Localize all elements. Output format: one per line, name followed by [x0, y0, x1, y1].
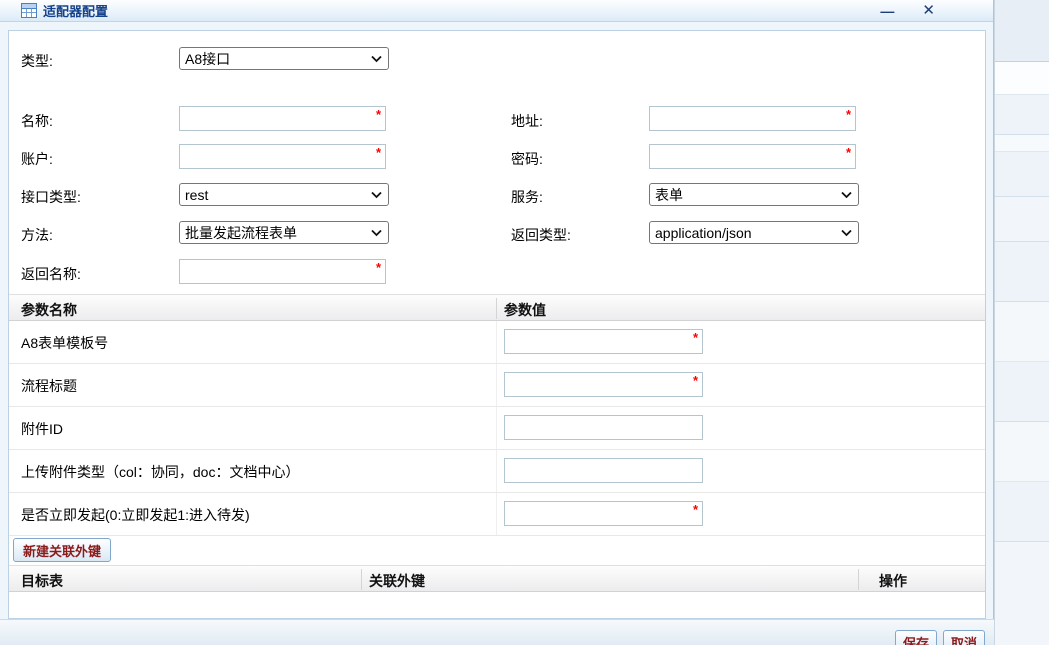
service-select-value: 表单 [655, 185, 683, 205]
account-input-field[interactable] [180, 145, 385, 168]
background-band [995, 482, 1049, 542]
return-type-label: 返回类型: [511, 225, 571, 245]
screen: 适配器配置 — ✕ 类型: A8接口 名称: * 地址: * [0, 0, 1049, 645]
window-controls: — ✕ [880, 0, 935, 22]
required-marker: * [693, 503, 698, 516]
name-input[interactable]: * [179, 106, 386, 131]
return-type-select-value: application/json [655, 225, 752, 241]
param-row: A8表单模板号 * [9, 321, 985, 364]
params-table-header: 参数名称 参数值 [9, 294, 985, 321]
background-band [995, 302, 1049, 362]
chevron-down-icon [841, 229, 852, 237]
background-band [995, 135, 1049, 152]
service-select[interactable]: 表单 [649, 183, 859, 206]
service-label: 服务: [511, 187, 543, 207]
return-name-input-field[interactable] [180, 260, 385, 283]
param-name: 流程标题 [21, 376, 77, 396]
param-name: 是否立即发起(0:立即发起1:进入待发) [21, 505, 250, 525]
required-marker: * [693, 331, 698, 344]
required-marker: * [693, 374, 698, 387]
background-band [995, 362, 1049, 422]
param-value-field[interactable] [505, 459, 702, 482]
background-band [995, 62, 1049, 95]
param-value-field[interactable] [505, 416, 702, 439]
background-band [995, 242, 1049, 302]
background-page [994, 0, 1049, 645]
address-label: 地址: [511, 111, 543, 131]
param-value-field[interactable] [505, 373, 702, 396]
dialog-titlebar: 适配器配置 — ✕ [0, 0, 993, 22]
required-marker: * [846, 146, 851, 159]
column-separator [858, 569, 859, 590]
fk-header-operation: 操作 [879, 571, 907, 591]
cancel-button[interactable]: 取消 [943, 630, 985, 645]
close-icon[interactable]: ✕ [922, 0, 935, 22]
param-value-input[interactable]: * [504, 501, 703, 526]
method-select[interactable]: 批量发起流程表单 [179, 221, 389, 244]
account-label: 账户: [21, 149, 53, 169]
param-name: 附件ID [21, 419, 63, 439]
new-foreign-key-button[interactable]: 新建关联外键 [13, 538, 111, 562]
fk-header-target-table: 目标表 [21, 571, 63, 591]
required-marker: * [376, 261, 381, 274]
param-name: 上传附件类型（col：协同，doc：文档中心） [21, 462, 299, 482]
method-select-value: 批量发起流程表单 [185, 223, 297, 243]
address-input[interactable]: * [649, 106, 856, 131]
type-select-value: A8接口 [185, 49, 230, 69]
param-row: 附件ID [9, 407, 985, 450]
chevron-down-icon [371, 191, 382, 199]
password-input[interactable]: * [649, 144, 856, 169]
dialog-footer: 保存 取消 [0, 619, 994, 645]
return-name-input[interactable]: * [179, 259, 386, 284]
chevron-down-icon [371, 229, 382, 237]
params-header-value: 参数值 [504, 300, 546, 320]
param-value-field[interactable] [505, 330, 702, 353]
required-marker: * [376, 146, 381, 159]
dialog-title: 适配器配置 [43, 1, 108, 20]
param-name: A8表单模板号 [21, 333, 108, 353]
dialog-body-panel: 类型: A8接口 名称: * 地址: * 账户: * 密码: [8, 30, 986, 619]
type-label: 类型: [21, 51, 53, 71]
return-type-select[interactable]: application/json [649, 221, 859, 244]
save-button[interactable]: 保存 [895, 630, 937, 645]
param-value-input[interactable] [504, 458, 703, 483]
type-select[interactable]: A8接口 [179, 47, 389, 70]
param-row: 流程标题 * [9, 364, 985, 407]
chevron-down-icon [841, 191, 852, 199]
param-row: 是否立即发起(0:立即发起1:进入待发) * [9, 493, 985, 536]
param-row: 上传附件类型（col：协同，doc：文档中心） [9, 450, 985, 493]
column-separator [361, 569, 362, 590]
background-band [995, 0, 1049, 62]
background-band [995, 542, 1049, 645]
background-band [995, 95, 1049, 135]
minimize-icon[interactable]: — [880, 0, 892, 22]
password-input-field[interactable] [650, 145, 855, 168]
adapter-config-dialog: 适配器配置 — ✕ 类型: A8接口 名称: * 地址: * [0, 0, 994, 645]
adapter-config-icon [21, 3, 37, 18]
fk-table-header: 目标表 关联外键 操作 [9, 565, 985, 592]
param-value-input[interactable] [504, 415, 703, 440]
password-label: 密码: [511, 149, 543, 169]
background-band [995, 152, 1049, 197]
interface-type-label: 接口类型: [21, 187, 81, 207]
param-value-field[interactable] [505, 502, 702, 525]
required-marker: * [376, 108, 381, 121]
required-marker: * [846, 108, 851, 121]
column-separator [496, 298, 497, 319]
background-band [995, 197, 1049, 242]
address-input-field[interactable] [650, 107, 855, 130]
param-value-input[interactable]: * [504, 372, 703, 397]
fk-header-foreign-key: 关联外键 [369, 571, 425, 591]
method-label: 方法: [21, 225, 53, 245]
interface-type-select[interactable]: rest [179, 183, 389, 206]
name-label: 名称: [21, 111, 53, 131]
params-header-name: 参数名称 [21, 300, 77, 320]
return-name-label: 返回名称: [21, 264, 81, 284]
chevron-down-icon [371, 55, 382, 63]
account-input[interactable]: * [179, 144, 386, 169]
interface-type-select-value: rest [185, 187, 208, 203]
name-input-field[interactable] [180, 107, 385, 130]
background-band [995, 422, 1049, 482]
param-value-input[interactable]: * [504, 329, 703, 354]
